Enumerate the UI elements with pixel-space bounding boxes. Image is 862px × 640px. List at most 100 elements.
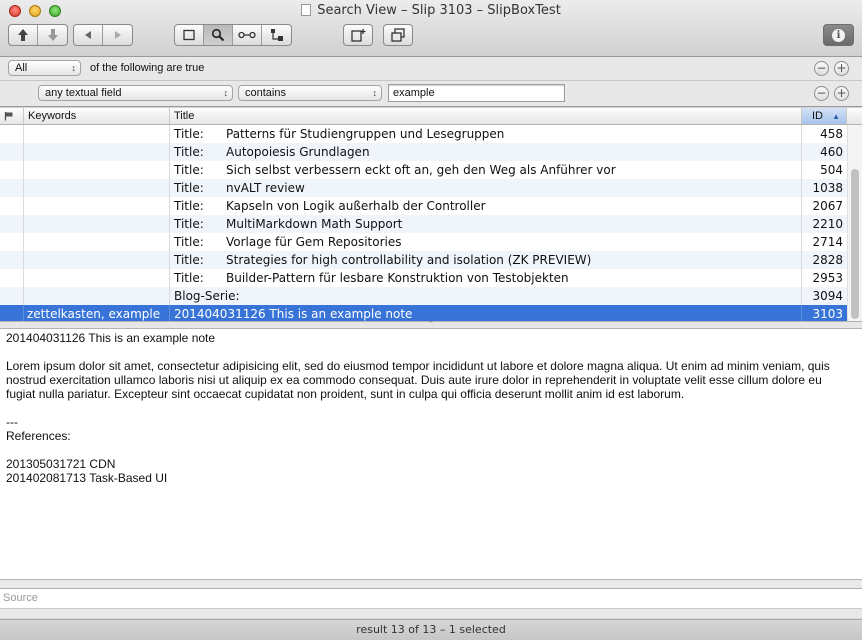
match-mode-popup[interactable]: All	[8, 60, 81, 76]
column-header-keywords[interactable]: Keywords	[24, 108, 170, 124]
note-body-paragraph: Lorem ipsum dolor sit amet, consectetur …	[6, 359, 830, 401]
row-id-cell: 3094	[812, 289, 843, 303]
column-header-flag[interactable]	[0, 108, 24, 124]
table-vertical-scrollbar[interactable]	[847, 125, 862, 321]
view-mode-group	[174, 24, 292, 46]
link-icon[interactable]	[233, 25, 262, 45]
table-row[interactable]: Title: Autopoiesis Grundlagen 460	[0, 143, 847, 161]
back-icon[interactable]	[74, 25, 103, 45]
row-id-cell: 504	[820, 163, 843, 177]
column-header-id-label: ID	[812, 110, 823, 122]
row-flag-cell	[0, 269, 24, 287]
source-input[interactable]: Source	[0, 588, 862, 609]
row-keywords-cell	[24, 125, 170, 143]
row-keywords-cell	[24, 143, 170, 161]
row-title-text: Autopoiesis Grundlagen	[226, 145, 370, 159]
table-row[interactable]: Title: Sich selbst verbessern eckt oft an…	[0, 161, 847, 179]
row-title-cell: Title: MultiMarkdown Math Support	[170, 215, 802, 233]
row-flag-cell	[0, 125, 24, 143]
row-title-text: Vorlage für Gem Repositories	[226, 235, 402, 249]
row-title-cell: 201404031126 This is an example note	[170, 305, 802, 321]
search-icon[interactable]	[204, 25, 233, 45]
row-title-text: 201404031126 This is an example note	[174, 307, 413, 321]
row-id-cell: 2714	[812, 235, 843, 249]
search-value-field[interactable]: example	[388, 84, 565, 102]
row-title-cell: Blog-Serie:	[170, 287, 802, 305]
row-title-cell: Title: Vorlage für Gem Repositories	[170, 233, 802, 251]
table-row[interactable]: Title: Vorlage für Gem Repositories 2714	[0, 233, 847, 251]
row-flag-cell	[0, 251, 24, 269]
window-titlebar: Search View – Slip 3103 – SlipBoxTest i	[0, 0, 862, 57]
row-title-text: Patterns für Studiengruppen und Lesegrup…	[226, 127, 505, 141]
note-reference: 201305031721 CDN	[6, 457, 116, 471]
window-title: Search View – Slip 3103 – SlipBoxTest	[0, 3, 862, 18]
column-header-title[interactable]: Title	[170, 108, 802, 124]
row-title-cell: Title: Sich selbst verbessern eckt oft an…	[170, 161, 802, 179]
field-popup[interactable]: any textual field	[38, 85, 233, 101]
operator-popup[interactable]: contains	[238, 85, 382, 101]
history-group	[73, 24, 133, 46]
row-id-cell: 1038	[812, 181, 843, 195]
row-title-prefix: Blog-Serie:	[174, 289, 240, 303]
row-flag-cell	[0, 305, 24, 321]
row-keywords-cell	[24, 179, 170, 197]
note-text-view[interactable]: 201404031126 This is an example note Lor…	[0, 329, 862, 580]
window-title-text: Search View – Slip 3103 – SlipBoxTest	[317, 3, 561, 18]
row-title-text: Sich selbst verbessern eckt oft an, geh …	[226, 163, 616, 177]
row-title-prefix: Title:	[174, 163, 204, 177]
down-arrow-icon[interactable]	[38, 25, 67, 45]
forward-icon[interactable]	[103, 25, 132, 45]
row-id-cell: 2828	[812, 253, 843, 267]
match-suffix-label: of the following are true	[90, 62, 205, 74]
column-header-id[interactable]: ID ▲	[802, 108, 847, 124]
results-table: Keywords Title ID ▲ Title: Patterns für S…	[0, 108, 862, 321]
row-title-text: Builder-Pattern für lesbare Konstruktion…	[226, 271, 569, 285]
table-scroll-thumb[interactable]	[851, 169, 859, 319]
table-row[interactable]: Title: Patterns für Studiengruppen und Le…	[0, 125, 847, 143]
row-flag-cell	[0, 287, 24, 305]
navigate-up-down-group	[8, 24, 68, 46]
row-flag-cell	[0, 215, 24, 233]
remove-criterion-button[interactable]: −	[814, 86, 829, 101]
source-bar: Source	[0, 580, 862, 618]
row-id-cell: 2210	[812, 217, 843, 231]
row-title-cell: Title: Builder-Pattern für lesbare Konstr…	[170, 269, 802, 287]
split-view-divider[interactable]: ⌃	[0, 321, 862, 329]
row-flag-cell	[0, 161, 24, 179]
row-title-prefix: Title:	[174, 145, 204, 159]
status-text: result 13 of 13 – 1 selected	[356, 623, 506, 636]
table-row[interactable]: Title: Strategies for high controllabilit…	[0, 251, 847, 269]
new-window-icon[interactable]	[343, 24, 373, 46]
row-title-cell: Title: Kapseln von Logik außerhalb der Co…	[170, 197, 802, 215]
up-arrow-icon[interactable]	[9, 25, 38, 45]
table-row[interactable]: Title: Builder-Pattern für lesbare Konstr…	[0, 269, 847, 287]
info-button[interactable]: i	[823, 24, 854, 46]
table-row[interactable]: Blog-Serie: 3094	[0, 287, 847, 305]
row-title-text: Strategies for high controllability and …	[226, 253, 592, 267]
note-title-line: 201404031126 This is an example note	[6, 331, 216, 345]
row-keywords-cell	[24, 197, 170, 215]
row-title-prefix: Title:	[174, 127, 204, 141]
table-row[interactable]: zettelkasten, example 201404031126 This i…	[0, 305, 847, 321]
row-id-cell: 458	[820, 127, 843, 141]
table-header: Keywords Title ID ▲	[0, 108, 862, 125]
row-id-cell: 3103	[812, 307, 843, 321]
single-view-icon[interactable]	[175, 25, 204, 45]
tree-icon[interactable]	[262, 25, 291, 45]
add-predicate-button[interactable]: +	[834, 61, 849, 76]
status-bar: result 13 of 13 – 1 selected	[0, 619, 862, 640]
row-keywords-cell	[24, 251, 170, 269]
row-keywords-cell	[24, 215, 170, 233]
add-criterion-button[interactable]: +	[834, 86, 849, 101]
row-id-cell: 2067	[812, 199, 843, 213]
table-row[interactable]: Title: MultiMarkdown Math Support 2210	[0, 215, 847, 233]
row-title-prefix: Title:	[174, 235, 204, 249]
remove-predicate-button[interactable]: −	[814, 61, 829, 76]
duplicate-icon[interactable]	[383, 24, 413, 46]
note-references-label: References:	[6, 429, 71, 443]
row-id-cell: 460	[820, 145, 843, 159]
table-row[interactable]: Title: nvALT review 1038	[0, 179, 847, 197]
table-row[interactable]: Title: Kapseln von Logik außerhalb der Co…	[0, 197, 847, 215]
row-title-cell: Title: nvALT review	[170, 179, 802, 197]
sort-ascending-icon: ▲	[832, 112, 840, 121]
